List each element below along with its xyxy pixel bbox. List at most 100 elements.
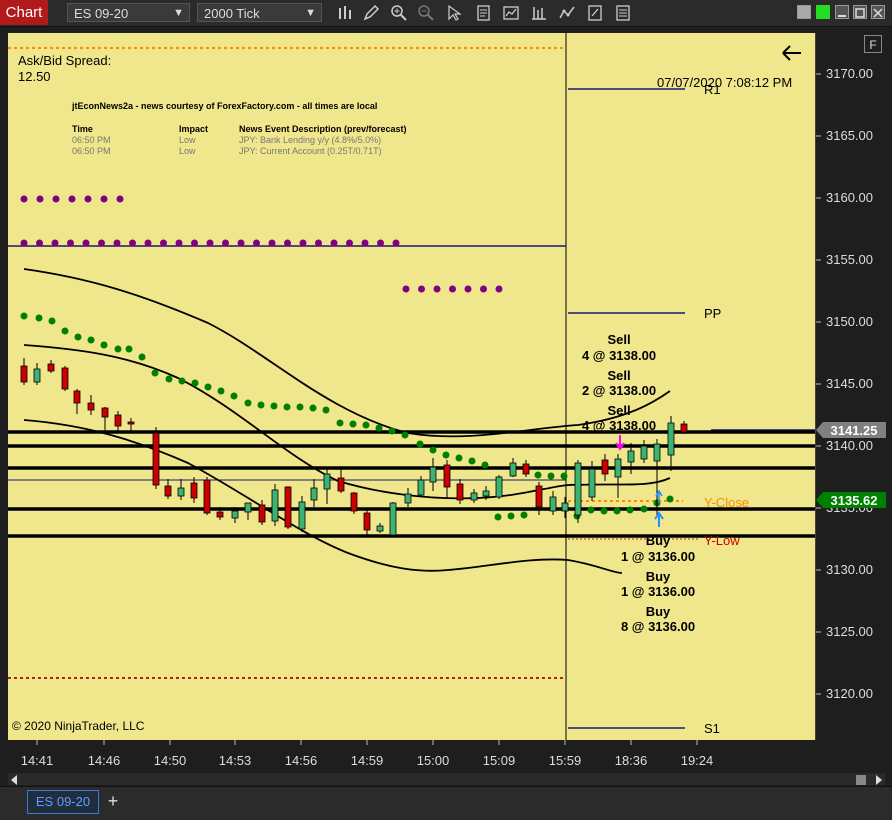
scroll-left-icon[interactable] [11,775,17,785]
candle-up [298,501,306,530]
green-dot [244,399,252,407]
chart-panel[interactable]: Ask/Bid Spread: 12.50 07/07/2020 7:08:12… [8,33,815,740]
green-dot [613,507,621,515]
scroll-right-icon[interactable] [876,775,882,785]
minimize-button[interactable] [835,5,849,19]
candle-down [127,421,135,425]
spread-label: Ask/Bid Spread: [18,53,111,68]
candle-up [549,496,557,512]
pointer-icon[interactable] [445,4,463,22]
purple-dot [206,239,214,247]
purple-dot [361,239,369,247]
bar-chart-icon[interactable] [336,4,354,22]
link-status-button[interactable] [816,5,830,19]
interval-selector[interactable]: 2000 Tick ▼ [197,3,322,22]
buy-arrow-icon [654,511,664,527]
candle-down [456,483,464,501]
time-tick-label: 14:41 [21,753,54,768]
templates-icon[interactable] [558,4,576,22]
purple-dot [480,285,487,293]
green-dot [481,461,489,469]
zoom-in-icon[interactable] [390,4,408,22]
purple-dot [113,239,121,247]
horizontal-scrollbar[interactable] [8,773,885,785]
indicator-icon[interactable] [530,4,548,22]
r1-label: R1 [704,82,721,97]
tab-es-09-20[interactable]: ES 09-20 [27,790,99,814]
maximize-button[interactable] [853,5,867,19]
green-dot [520,511,528,519]
panel-f-button[interactable]: F [864,35,882,53]
green-dot [230,392,238,400]
window-toggle-button[interactable] [797,5,811,19]
price-tick-label: 3120.00 [826,686,873,701]
toolbar: Chart ES 09-20 ▼ 2000 Tick ▼ [0,0,892,27]
buy-qty-label: 1 @ 3136.00 [621,549,695,564]
time-axis[interactable]: 14:41 14:46 14:50 14:53 14:56 14:59 15:00 15:09… [8,740,815,770]
candle-down [258,504,266,523]
purple-dot [346,239,353,247]
time-tick-label: 15:09 [483,753,516,768]
scrollbar-graphic [11,775,882,785]
sell-label: Sell [607,403,630,418]
purple-dot [299,239,307,247]
price-tick-label: 3155.00 [826,252,873,267]
sell-label: Sell [607,368,630,383]
purple-dot [418,285,425,293]
price-axis[interactable]: 3170.00 3165.00 3160.00 3155.00 3150.00 3145.… [815,33,886,740]
news-title: jtEconNews2a - news courtesy of ForexFac… [71,101,377,111]
y-low-label: Y-Low [704,533,740,548]
green-dot [547,472,555,480]
news-row-impact: Low [179,135,196,145]
news-row-time: 06:50 PM [72,146,111,156]
price-tick-label: 3170.00 [826,66,873,81]
green-dot [494,513,502,521]
strategy-icon[interactable] [502,4,520,22]
price-badge-last: 3141.25 [816,422,886,438]
close-button[interactable] [871,5,885,19]
green-dot [309,404,317,412]
data-box-icon[interactable] [586,4,604,22]
green-dot [74,333,82,341]
time-tick-label: 14:59 [351,753,384,768]
purple-dot [20,195,28,203]
green-dot [178,377,186,385]
price-tick-label: 3140.00 [826,438,873,453]
candle-up [244,502,252,513]
candle-up [470,492,478,501]
instrument-selector[interactable]: ES 09-20 ▼ [67,3,190,22]
price-tick-label: 3165.00 [826,128,873,143]
price-axis-scale: 3170.00 3165.00 3160.00 3155.00 3150.00 3145.… [816,66,886,701]
candle-down [216,511,224,518]
candle-down [284,486,292,528]
purple-dot [52,195,60,203]
candle-up [509,462,517,477]
list-icon[interactable] [614,4,632,22]
news-row-impact: Low [179,146,196,156]
chart-menu-button[interactable]: Chart [0,0,48,25]
purple-dot [84,195,92,203]
properties-icon[interactable] [475,4,493,22]
purple-dot [191,239,198,247]
timestamp: 07/07/2020 7:08:12 PM [657,75,792,90]
green-dot [362,421,370,429]
candle-up [429,466,437,483]
news-row-description: JPY: Current Account (0.25T/0.71T) [239,146,382,156]
purple-dot [68,195,76,203]
time-tick-label: 14:46 [88,753,121,768]
zoom-out-icon[interactable] [417,4,435,22]
close-icon [873,8,883,18]
back-arrow-icon[interactable] [782,45,801,61]
green-dot [640,505,648,513]
time-tick-label: 19:24 [681,753,714,768]
scroll-thumb[interactable] [856,775,866,785]
purple-dot [268,239,276,247]
purple-dot [175,239,183,247]
add-tab-button[interactable]: + [103,790,123,812]
green-dot [666,495,674,503]
news-header-time: Time [72,124,93,134]
pencil-icon[interactable] [362,4,380,22]
candle-up [653,443,661,462]
price-chart[interactable]: Ask/Bid Spread: 12.50 07/07/2020 7:08:12… [8,33,815,740]
green-dot [322,406,330,414]
